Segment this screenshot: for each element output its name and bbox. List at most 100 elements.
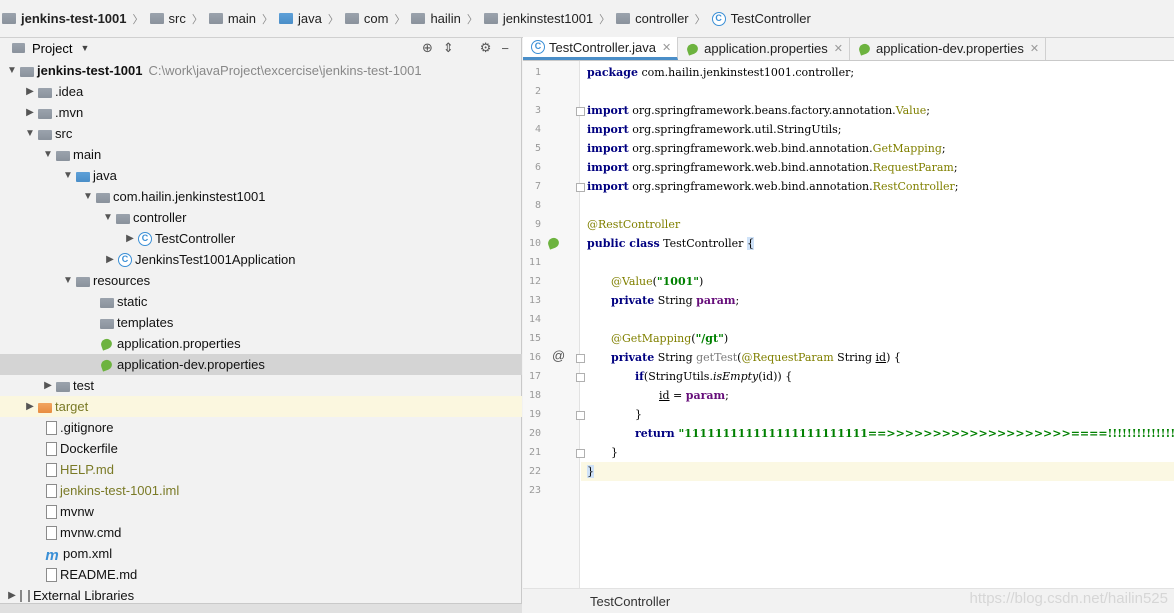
code-text: String (654, 351, 697, 364)
breadcrumb-item-main[interactable]: main (208, 0, 256, 38)
tree-item-test[interactable]: ▶ test (0, 375, 522, 396)
breadcrumb-item-java[interactable]: java (279, 0, 322, 38)
close-icon[interactable]: ✕ (662, 41, 671, 54)
tree-item-help-md[interactable]: HELP.md (0, 459, 522, 480)
tree-item-mvn[interactable]: ▶ .mvn (0, 102, 522, 123)
panel-toolbar: ⊕ ⇕ ⚙ − (422, 40, 509, 56)
chevron-right-icon[interactable]: ▶ (102, 254, 118, 265)
line-number-gutter[interactable]: 1 2 3 4 5 6 7 8 9 10 11 12 13 14 15 16 1… (523, 61, 585, 588)
chevron-down-icon[interactable]: ▼ (40, 149, 56, 160)
folder-icon (411, 13, 426, 24)
tree-item-pom[interactable]: m pom.xml (0, 543, 522, 564)
chevron-right-icon[interactable]: ▶ (40, 380, 56, 391)
tree-item-readme[interactable]: README.md (0, 564, 522, 585)
tree-item-idea[interactable]: ▶ .idea (0, 81, 522, 102)
tree-item-application-class[interactable]: ▶ C JenkinsTest1001Application (0, 249, 522, 270)
tree-item-resources[interactable]: ▼ resources (0, 270, 522, 291)
scroll-from-source-icon[interactable]: ⊕ (422, 40, 433, 56)
folder-icon (38, 129, 52, 140)
breadcrumb-item-project[interactable]: jenkins-test-1001 (2, 0, 127, 38)
project-panel-header: Project ▼ ⊕ ⇕ ⚙ − (0, 38, 521, 58)
collapse-all-icon[interactable]: ⇕ (443, 40, 454, 56)
param-name: id (659, 389, 670, 402)
hide-panel-icon[interactable]: − (501, 41, 509, 56)
line-number: 23 (528, 485, 541, 496)
tab-testcontroller-java[interactable]: C TestController.java ✕ (523, 37, 679, 60)
tree-item-mvnw-cmd[interactable]: mvnw.cmd (0, 522, 522, 543)
code-text: ; (953, 161, 958, 174)
keyword: if (635, 370, 644, 383)
chevron-down-icon[interactable]: ▼ (60, 275, 76, 286)
chevron-down-icon[interactable]: ▼ (22, 128, 38, 139)
code-line: @Value("1001") (581, 272, 1174, 291)
tree-item-package[interactable]: ▼ com.hailin.jenkinstest1001 (0, 186, 522, 207)
code-line: import org.springframework.web.bind.anno… (581, 177, 1174, 196)
code-text: (StringUtils. (643, 370, 713, 383)
chevron-right-icon[interactable]: ▶ (22, 86, 38, 97)
code-line: private String getTest(@RequestParam Str… (581, 348, 1174, 367)
tree-item-dockerfile[interactable]: Dockerfile (0, 438, 522, 459)
chevron-right-icon[interactable]: ▶ (22, 401, 38, 412)
line-number: 8 (534, 200, 541, 211)
tree-item-templates[interactable]: ▶ templates (0, 312, 522, 333)
close-icon[interactable]: ✕ (834, 42, 843, 55)
code-line: @RestController (581, 215, 1174, 234)
breadcrumb-item-class[interactable]: C TestController (711, 0, 811, 38)
tree-item-gitignore[interactable]: .gitignore (0, 417, 522, 438)
chevron-right-icon[interactable]: ▶ (4, 590, 20, 601)
tab-application-properties[interactable]: application.properties ✕ (678, 37, 850, 60)
code-area[interactable]: package com.hailin.jenkinstest1001.contr… (581, 61, 1174, 588)
code-text: ) (723, 332, 729, 345)
tree-item-iml[interactable]: jenkins-test-1001.iml (0, 480, 522, 501)
tree-item-main[interactable]: ▼ main (0, 144, 522, 165)
code-line: @GetMapping("/gt") (581, 329, 1174, 348)
close-icon[interactable]: ✕ (1030, 42, 1039, 55)
tree-item-target[interactable]: ▶ target (0, 396, 522, 417)
tree-item-application-dev-properties[interactable]: ▶ application-dev.properties (0, 354, 522, 375)
folder-icon (616, 13, 631, 24)
tree-item-application-properties[interactable]: ▶ application.properties (0, 333, 522, 354)
chevron-down-icon[interactable]: ▼ (60, 170, 76, 181)
chevron-down-icon[interactable]: ▼ (80, 43, 89, 53)
ide-window: jenkins-test-1001 〉 src 〉 main 〉 java 〉 … (0, 0, 1174, 613)
breadcrumb-item-controller[interactable]: controller (616, 0, 689, 38)
chevron-right-icon[interactable]: ▶ (22, 107, 38, 118)
line-number: 1 (534, 67, 541, 78)
annotation-text: RequestParam (872, 161, 954, 174)
chevron-down-icon[interactable]: ▼ (80, 191, 96, 202)
tree-item-src[interactable]: ▼ src (0, 123, 522, 144)
gear-icon[interactable]: ⚙ (480, 40, 492, 56)
tab-label: TestController.java (549, 39, 656, 55)
resources-folder-icon (76, 276, 90, 287)
tab-application-dev-properties[interactable]: application-dev.properties ✕ (850, 37, 1047, 60)
bottom-tool-strip[interactable] (0, 603, 522, 613)
keyword: private (611, 294, 655, 307)
project-view-selector[interactable]: Project (32, 41, 72, 56)
line-number: 4 (534, 124, 541, 135)
tree-item-mvnw[interactable]: mvnw (0, 501, 522, 522)
tree-item-label: application-dev.properties (117, 357, 265, 372)
tree-item-static[interactable]: ▶ static (0, 291, 522, 312)
line-number: 6 (534, 162, 541, 173)
chevron-down-icon[interactable]: ▼ (4, 65, 20, 76)
breadcrumb-label: hailin (430, 11, 461, 26)
tree-item-java[interactable]: ▼ java (0, 165, 522, 186)
annotation-text: @RequestParam (741, 351, 834, 364)
breadcrumb-item-com[interactable]: com (344, 0, 388, 38)
folder-icon (2, 13, 16, 24)
tree-item-controller[interactable]: ▼ controller (0, 207, 522, 228)
tree-item-project-root[interactable]: ▼ jenkins-test-1001 C:\work\javaProject\… (0, 60, 522, 81)
line-number: 18 (528, 390, 541, 401)
breadcrumb-item-package[interactable]: jenkinstest1001 (483, 0, 593, 38)
project-panel: Project ▼ ⊕ ⇕ ⚙ − ▼ jenkins-test-1001 C:… (0, 38, 522, 613)
tree-item-testcontroller[interactable]: ▶ C TestController (0, 228, 522, 249)
chevron-down-icon[interactable]: ▼ (100, 212, 116, 223)
breadcrumb-item-src[interactable]: src (149, 0, 186, 38)
spring-bean-icon[interactable] (547, 236, 561, 250)
keyword: import (587, 180, 629, 193)
endpoint-icon[interactable]: @ (552, 348, 565, 363)
string-literal: "/gt" (695, 332, 724, 345)
chevron-right-icon[interactable]: ▶ (122, 233, 138, 244)
maven-icon: m (45, 546, 59, 564)
breadcrumb-item-hailin[interactable]: hailin (411, 0, 461, 38)
